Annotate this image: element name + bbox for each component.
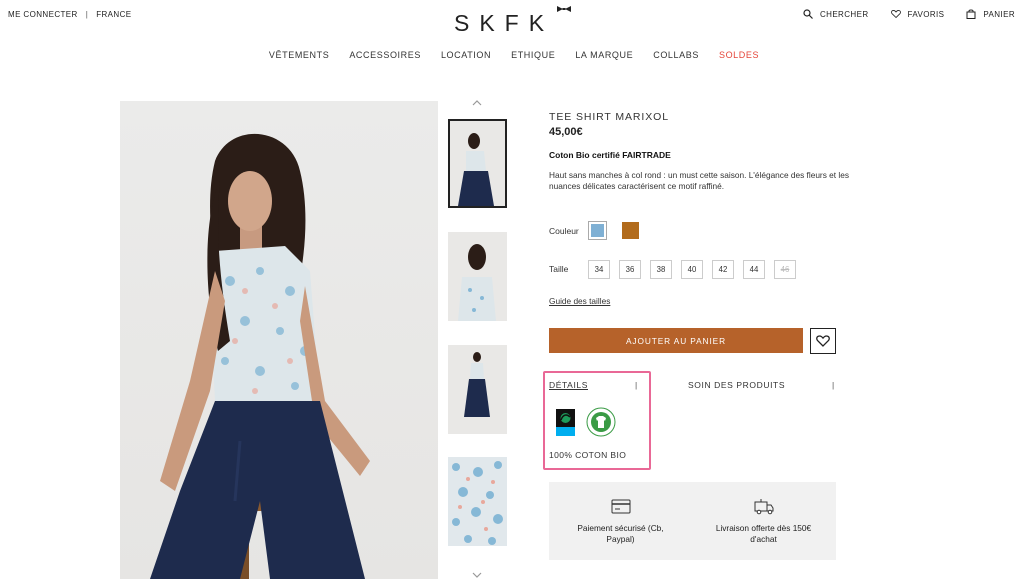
bow-tie-icon [557, 6, 571, 12]
color-swatch-ochre-fill [622, 222, 639, 239]
wishlist-button[interactable] [810, 328, 836, 354]
thumbnail-4-image [448, 457, 507, 546]
product-subtitle: Coton Bio certifié FAIRTRADE [549, 150, 671, 160]
color-swatch-blue[interactable] [588, 221, 607, 240]
size-option-36[interactable]: 36 [619, 260, 641, 279]
cart-label: PANIER [983, 9, 1015, 19]
thumbnails-up-icon[interactable] [471, 99, 483, 107]
thumbnail-2-image [458, 244, 496, 321]
size-option-40[interactable]: 40 [681, 260, 703, 279]
top-left-links: ME CONNECTER | FRANCE [8, 10, 131, 19]
color-swatch-ochre[interactable] [622, 222, 639, 239]
thumbnail-4[interactable] [448, 457, 507, 546]
add-to-cart-button[interactable]: AJOUTER AU PANIER [549, 328, 803, 353]
secure-payment-info: Paiement sécurisé (Cb, Paypal) [549, 482, 692, 560]
cart-button[interactable]: PANIER [966, 9, 1015, 19]
nav-item-soldes[interactable]: SOLDES [719, 50, 759, 60]
tab-details[interactable]: DÉTAILS [549, 380, 588, 390]
fairtrade-logo-icon [556, 409, 575, 436]
organic-cotton-logo-icon [586, 407, 616, 437]
favorites-button[interactable]: FAVORIS [890, 9, 945, 19]
size-option-42[interactable]: 42 [712, 260, 734, 279]
search-icon [803, 9, 813, 19]
top-right-actions: CHERCHER FAVORIS PANIER [803, 9, 1015, 19]
brand-logo[interactable]: SKFK [454, 10, 554, 37]
login-link[interactable]: ME CONNECTER [8, 10, 78, 19]
credit-card-icon [611, 499, 630, 514]
nav-item-collabs[interactable]: COLLABS [653, 50, 699, 60]
secure-payment-text: Paiement sécurisé (Cb, Paypal) [577, 523, 664, 544]
size-option-44[interactable]: 44 [743, 260, 765, 279]
country-selector[interactable]: FRANCE [96, 10, 131, 19]
nav-item-vetements[interactable]: VÊTEMENTS [269, 50, 329, 60]
favorites-label: FAVORIS [907, 9, 945, 19]
free-delivery-text: Livraison offerte dès 150€ d'achat [715, 523, 812, 544]
size-selector: 34 36 38 40 42 44 46 [588, 260, 796, 279]
tab-separator-1: | [635, 380, 638, 390]
color-label: Couleur [549, 226, 579, 236]
reassurance-box: Paiement sécurisé (Cb, Paypal) Livraison… [549, 482, 836, 560]
thumbnail-3[interactable] [448, 345, 507, 434]
search-label: CHERCHER [819, 9, 869, 19]
header-separator: | [85, 10, 89, 19]
tab-separator-2: | [832, 380, 835, 390]
color-swatch-blue-fill [591, 224, 604, 237]
thumbnail-3-image [464, 352, 490, 417]
size-label: Taille [549, 264, 569, 274]
size-option-46[interactable]: 46 [774, 260, 796, 279]
size-option-34[interactable]: 34 [588, 260, 610, 279]
nav-item-la-marque[interactable]: LA MARQUE [575, 50, 633, 60]
thumbnail-1[interactable] [448, 119, 507, 208]
main-nav: VÊTEMENTS ACCESSOIRES LOCATION ETHIQUE L… [0, 50, 1024, 60]
tab-product-care[interactable]: SOIN DES PRODUITS [688, 380, 785, 390]
product-main-image[interactable] [120, 101, 438, 579]
thumbnails-down-icon[interactable] [471, 571, 483, 579]
product-price: 45,00€ [549, 126, 583, 138]
product-title: TEE SHIRT MARIXOL [549, 111, 669, 123]
nav-item-ethique[interactable]: ETHIQUE [511, 50, 555, 60]
search-button[interactable]: CHERCHER [803, 9, 869, 19]
delivery-truck-icon [754, 499, 773, 515]
thumbnail-1-image [458, 133, 494, 206]
free-delivery-info: Livraison offerte dès 150€ d'achat [692, 482, 835, 560]
heart-icon [816, 335, 830, 347]
thumbnail-2[interactable] [448, 232, 507, 321]
heart-icon [890, 10, 901, 19]
details-composition: 100% COTON BIO [549, 450, 627, 460]
size-guide-link[interactable]: Guide des tailles [549, 296, 610, 306]
nav-item-location[interactable]: LOCATION [441, 50, 491, 60]
size-option-38[interactable]: 38 [650, 260, 672, 279]
product-description: Haut sans manches à col rond : un must c… [549, 170, 849, 191]
model-photo [150, 133, 370, 579]
nav-item-accessoires[interactable]: ACCESSOIRES [349, 50, 421, 60]
bag-icon [966, 9, 976, 19]
